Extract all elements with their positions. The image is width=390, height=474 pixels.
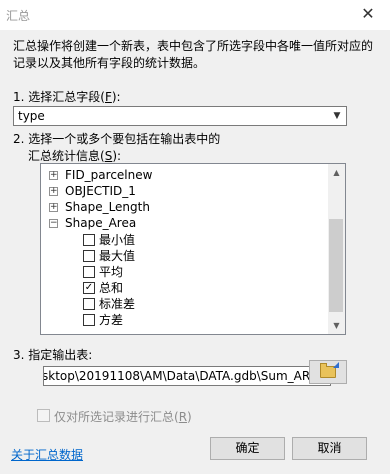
- cancel-button[interactable]: 取消: [292, 437, 367, 460]
- title-bar: 汇总 ✕: [0, 0, 390, 30]
- scrollbar-thumb[interactable]: [329, 219, 343, 312]
- statistics-tree[interactable]: + FID_parcelnew + OBJECTID_1 + Shape_Len…: [40, 163, 346, 335]
- selected-only-label: 仅对所选记录进行汇总(R): [54, 410, 192, 424]
- stat-checkbox[interactable]: [83, 234, 95, 246]
- statistics-label: 2. 选择一个或多个要包括在输出表中的 汇总统计信息(S):: [13, 132, 221, 163]
- window-title: 汇总: [6, 9, 31, 23]
- browse-output-button[interactable]: [309, 360, 347, 384]
- output-table-field[interactable]: Desktop\20191108\AM\Data\DATA.gdb\Sum_AR…: [43, 366, 331, 386]
- output-table-label: 3. 指定输出表:: [13, 348, 93, 362]
- stat-checkbox[interactable]: [83, 298, 95, 310]
- summary-field-value: type: [18, 109, 45, 123]
- scroll-up-icon[interactable]: ▲: [328, 164, 345, 181]
- stat-label: 平均: [99, 265, 124, 279]
- chevron-down-icon[interactable]: ▼: [328, 107, 346, 125]
- open-folder-icon: [320, 363, 336, 378]
- selected-only-checkbox[interactable]: [37, 409, 50, 422]
- tree-node-label: FID_parcelnew: [65, 168, 153, 182]
- stat-checkbox[interactable]: [83, 266, 95, 278]
- expand-icon[interactable]: +: [49, 187, 58, 196]
- stat-checkbox[interactable]: [83, 314, 95, 326]
- stat-label: 方差: [99, 313, 124, 327]
- stat-label: 最小值: [99, 233, 136, 247]
- stat-checkbox-checked[interactable]: ✓: [83, 282, 95, 294]
- scroll-down-icon[interactable]: ▼: [328, 317, 345, 334]
- description-text: 汇总操作将创建一个新表，表中包含了所选字段中各唯一值所对应的记录以及其他所有字段…: [13, 39, 374, 70]
- collapse-icon[interactable]: −: [49, 219, 58, 228]
- ok-button[interactable]: 确定: [210, 437, 285, 460]
- stat-label: 最大值: [99, 249, 136, 263]
- expand-icon[interactable]: +: [49, 171, 58, 180]
- stat-label: 标准差: [99, 297, 136, 311]
- tree-node-label: Shape_Length: [65, 200, 150, 214]
- close-button[interactable]: ✕: [352, 0, 384, 28]
- tree-node-label: Shape_Area: [65, 216, 137, 230]
- summary-field-dropdown[interactable]: type ▼: [13, 106, 347, 126]
- tree-node-label: OBJECTID_1: [65, 184, 136, 198]
- output-table-path: Desktop\20191108\AM\Data\DATA.gdb\Sum_AR…: [43, 369, 326, 383]
- expand-icon[interactable]: +: [49, 203, 58, 212]
- stat-label: 总和: [99, 281, 124, 295]
- about-summarize-link[interactable]: 关于汇总数据: [11, 446, 83, 463]
- stat-checkbox[interactable]: [83, 250, 95, 262]
- summary-field-label: 1. 选择汇总字段(F):: [13, 90, 121, 104]
- vertical-scrollbar[interactable]: ▲ ▼: [328, 164, 345, 334]
